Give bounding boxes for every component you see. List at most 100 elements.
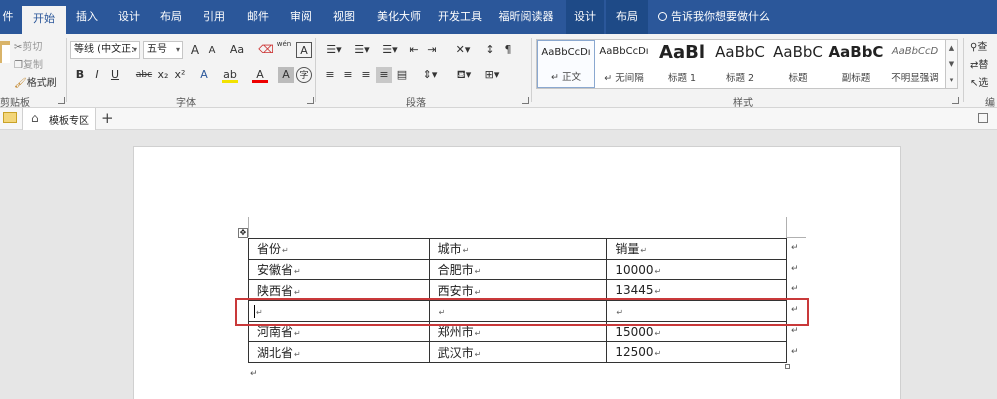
decrease-indent-icon: ⇤ — [409, 43, 419, 56]
grow-font-button[interactable]: A — [187, 42, 203, 58]
highlight-button[interactable]: ab — [222, 67, 238, 83]
underline-button[interactable]: U — [107, 67, 123, 83]
tab-insert[interactable]: 插入 — [71, 0, 103, 34]
styles-launcher[interactable] — [952, 97, 959, 104]
line-spacing-button[interactable]: ⇕▾ — [418, 67, 442, 83]
tab-view[interactable]: 视图 — [327, 0, 361, 34]
phonetic-guide-button[interactable]: wén — [276, 40, 292, 56]
format-painter-button[interactable]: 🖌格式刷 — [14, 74, 57, 89]
justify-button[interactable]: ≡ — [376, 67, 392, 83]
style-no-spacing[interactable]: AaBbCcDı ↵ 无间隔 — [595, 40, 653, 88]
table-move-handle[interactable]: ✥ — [238, 228, 248, 238]
cell-text: 城市 — [437, 242, 462, 257]
cell-text: 河南省 — [257, 325, 294, 340]
strikethrough-button[interactable]: abc — [134, 67, 154, 83]
tab-table-design[interactable]: 设计 — [566, 0, 604, 34]
subscript-button[interactable]: x₂ — [155, 67, 171, 83]
document-page[interactable]: ✥ 省份↵ 城市↵ 销量↵ 安徽省↵ 合肥市↵ 10000↵ 陕西省↵ 西安市↵ 13445↵ ↵… — [133, 146, 901, 399]
tab-foxit-reader[interactable]: 福昕阅读器 — [494, 0, 558, 34]
distributed-button[interactable]: ▤ — [394, 67, 410, 83]
font-color-button[interactable]: A — [252, 67, 268, 83]
cell-text: 安徽省 — [257, 263, 294, 278]
sort-button[interactable]: ↕ — [482, 42, 498, 58]
tab-developer[interactable]: 开发工具 — [434, 0, 486, 34]
cell-text: 省份 — [257, 242, 282, 257]
shading-button[interactable]: ⛾▾ — [452, 67, 476, 83]
style-subtitle[interactable]: AaBbC 副标题 — [827, 40, 885, 88]
paragraph-group-label: 段落 — [406, 98, 426, 109]
table-cell[interactable]: 湖北省↵ — [248, 341, 430, 364]
cell-text: 13445 — [615, 283, 654, 298]
shrink-font-button[interactable]: A — [204, 43, 220, 59]
align-right-button[interactable]: ≡ — [358, 67, 374, 83]
select-button[interactable]: ↖选 — [970, 74, 988, 89]
align-center-icon: ≡ — [343, 68, 353, 81]
styles-gallery: AaBbCcDı ↵ 正文 AaBbCcDı ↵ 无间隔 AaBl 标题 1 AaBb… — [536, 39, 946, 89]
add-tab-button[interactable]: + — [101, 109, 114, 127]
cell-text: 15000 — [615, 324, 654, 339]
paragraph-launcher[interactable] — [522, 97, 529, 104]
find-button[interactable]: ⚲查 — [970, 38, 987, 53]
align-center-button[interactable]: ≡ — [340, 67, 356, 83]
copy-button[interactable]: ❐复制 — [14, 56, 43, 71]
chinese-layout-button[interactable]: ✕▾ — [452, 42, 474, 58]
bold-button[interactable]: B — [72, 67, 88, 83]
borders-button[interactable]: ⊞▾ — [480, 67, 504, 83]
table-cell[interactable]: 安徽省↵ — [248, 258, 430, 281]
style-sample: AaBbCcD — [891, 46, 939, 57]
tab-references[interactable]: 引用 — [197, 0, 231, 34]
change-case-button[interactable]: Aa — [226, 42, 248, 58]
replace-button[interactable]: ⇄替 — [970, 56, 988, 71]
tab-mailings[interactable]: 邮件 — [241, 0, 275, 34]
folder-icon[interactable] — [3, 112, 17, 123]
style-normal[interactable]: AaBbCcDı ↵ 正文 — [537, 40, 595, 88]
text-effects-button[interactable]: A — [196, 67, 212, 83]
cut-button[interactable]: ✂剪切 — [14, 38, 42, 53]
tell-me-search[interactable]: 告诉我你想要做什么 — [658, 0, 770, 34]
italic-button[interactable]: I — [89, 67, 105, 83]
table-resize-handle[interactable] — [785, 364, 790, 369]
tab-beautify-master[interactable]: 美化大师 — [371, 0, 427, 34]
numbered-list-icon: ☰▾ — [354, 43, 370, 56]
increase-indent-button[interactable]: ⇥ — [424, 42, 440, 58]
enclose-char-button[interactable]: 字 — [296, 67, 312, 83]
table-cell[interactable]: 10000↵ — [606, 258, 787, 281]
styles-gallery-scroll[interactable]: ▲ ▼ ▾ — [946, 39, 958, 89]
shrink-font-icon: A — [208, 45, 216, 56]
tab-review[interactable]: 审阅 — [284, 0, 318, 34]
table-cell[interactable]: 销量↵ — [606, 238, 787, 260]
bullets-button[interactable]: ☰▾ — [322, 42, 346, 58]
char-shading-button[interactable]: A — [278, 67, 294, 83]
restore-icon[interactable] — [978, 113, 988, 123]
style-subtle-emphasis[interactable]: AaBbCcD 不明显强调 — [885, 40, 945, 88]
clear-formatting-button[interactable]: ⌫ — [258, 42, 274, 58]
font-name-combo[interactable]: 等线 (中文正: ▾ — [70, 41, 140, 59]
clipboard-launcher[interactable] — [58, 97, 65, 104]
show-marks-button[interactable]: ¶ — [500, 42, 516, 58]
tab-design[interactable]: 设计 — [113, 0, 145, 34]
table-cell[interactable]: 省份↵ — [248, 238, 430, 260]
font-size-combo[interactable]: 五号 ▾ — [143, 41, 183, 59]
style-title[interactable]: AaBbC 标题 — [769, 40, 827, 88]
style-heading-2[interactable]: AaBbC 标题 2 — [711, 40, 769, 88]
move-icon: ✥ — [239, 228, 247, 237]
char-border-button[interactable]: A — [296, 42, 312, 58]
font-launcher[interactable] — [307, 97, 314, 104]
tab-home[interactable]: 开始 — [22, 6, 66, 34]
multilevel-list-button[interactable]: ☰▾ — [378, 42, 402, 58]
tab-file[interactable]: 件 — [0, 0, 16, 34]
decrease-indent-button[interactable]: ⇤ — [406, 42, 422, 58]
style-sample: AaBbC — [773, 43, 823, 61]
style-heading-1[interactable]: AaBl 标题 1 — [653, 40, 711, 88]
table-cell[interactable]: 12500↵ — [606, 341, 787, 364]
table-cell[interactable]: 合肥市↵ — [428, 258, 608, 281]
superscript-button[interactable]: x² — [172, 67, 188, 83]
tab-layout[interactable]: 布局 — [155, 0, 187, 34]
template-tab[interactable]: ⌂ 模板专区 — [22, 108, 96, 130]
table-cell[interactable]: 武汉市↵ — [428, 341, 608, 364]
row-end-mark: ↵ — [791, 325, 799, 336]
tab-table-layout[interactable]: 布局 — [606, 0, 648, 34]
align-left-button[interactable]: ≡ — [322, 67, 338, 83]
numbering-button[interactable]: ☰▾ — [350, 42, 374, 58]
table-cell[interactable]: 城市↵ — [428, 238, 608, 260]
